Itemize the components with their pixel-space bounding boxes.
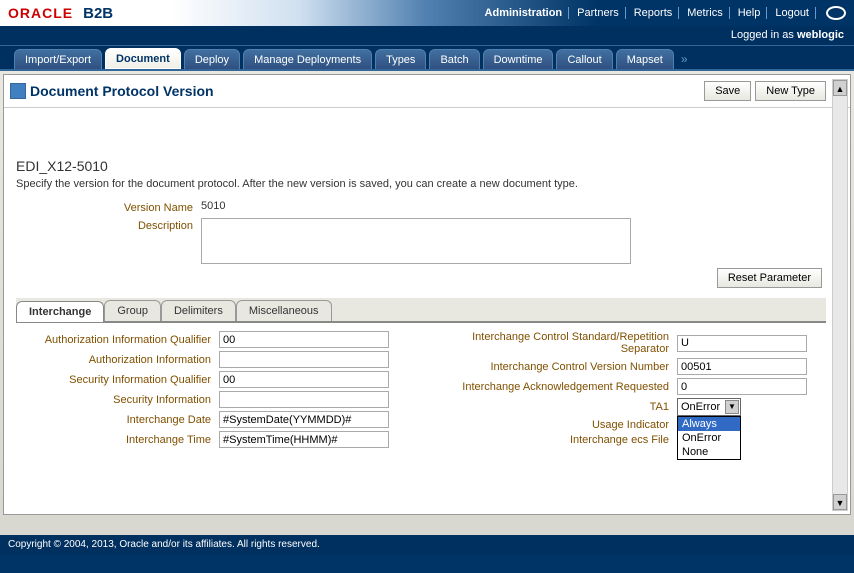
inter-date-input[interactable]: [219, 411, 389, 428]
vertical-scrollbar[interactable]: ▲ ▼: [832, 79, 848, 511]
sec-info-label: Security Information: [16, 394, 219, 406]
main-area: ▸ Document Protocol Version Save New Typ…: [0, 71, 854, 535]
ta1-option-always[interactable]: Always: [678, 417, 740, 431]
subtab-delimiters[interactable]: Delimiters: [161, 300, 236, 321]
chevron-down-icon: ▼: [725, 400, 739, 414]
interchange-fields: Authorization Information Qualifier Auth…: [16, 331, 826, 451]
nav-reports[interactable]: Reports: [628, 7, 680, 19]
ta1-label: TA1: [421, 401, 677, 413]
page-title: Document Protocol Version: [30, 83, 214, 99]
auth-info-input[interactable]: [219, 351, 389, 368]
nav-logout[interactable]: Logout: [769, 7, 816, 19]
reset-parameter-button[interactable]: Reset Parameter: [717, 268, 822, 288]
inter-time-label: Interchange Time: [16, 434, 219, 446]
tab-mapset[interactable]: Mapset: [616, 49, 674, 69]
global-header: ORACLE B2B Administration Partners Repor…: [0, 0, 854, 26]
new-type-button[interactable]: New Type: [755, 81, 826, 101]
ctrl-std-input[interactable]: [677, 335, 807, 352]
main-tabstrip: Import/Export Document Deploy Manage Dep…: [0, 46, 854, 71]
description-label: Description: [16, 218, 201, 232]
body-area: EDI_X12-5010 Specify the version for the…: [4, 108, 850, 459]
subtab-miscellaneous[interactable]: Miscellaneous: [236, 300, 332, 321]
tab-import-export[interactable]: Import/Export: [14, 49, 102, 69]
ctrl-std-label: Interchange Control Standard/Repetition …: [421, 331, 677, 355]
content-panel: Document Protocol Version Save New Type …: [3, 74, 851, 515]
login-user: weblogic: [797, 29, 844, 41]
nav-administration[interactable]: Administration: [479, 7, 570, 19]
inter-time-input[interactable]: [219, 431, 389, 448]
login-status-bar: Logged in as weblogic: [0, 26, 854, 46]
ta1-dropdown-list: Always OnError None: [677, 416, 741, 460]
tab-downtime[interactable]: Downtime: [483, 49, 554, 69]
tab-deploy[interactable]: Deploy: [184, 49, 240, 69]
nav-help[interactable]: Help: [732, 7, 768, 19]
section-description: Specify the version for the document pro…: [16, 178, 826, 190]
auth-info-qual-input[interactable]: [219, 331, 389, 348]
ta1-dropdown[interactable]: OnError ▼: [677, 398, 741, 416]
save-button[interactable]: Save: [704, 81, 751, 101]
description-input[interactable]: [201, 218, 631, 264]
tab-overflow-icon[interactable]: »: [677, 52, 692, 69]
nav-partners[interactable]: Partners: [571, 7, 626, 19]
ecs-label: Interchange ecs File: [421, 434, 677, 446]
oracle-oval-icon: [826, 6, 846, 20]
panel-title-bar: Document Protocol Version Save New Type: [4, 75, 850, 108]
scroll-down-icon[interactable]: ▼: [833, 494, 847, 510]
ack-req-label: Interchange Acknowledgement Requested: [421, 381, 677, 393]
logo-product: B2B: [83, 5, 113, 22]
tab-manage-deployments[interactable]: Manage Deployments: [243, 49, 372, 69]
logo: ORACLE B2B: [8, 5, 113, 22]
sec-info-input[interactable]: [219, 391, 389, 408]
inter-date-label: Interchange Date: [16, 414, 219, 426]
usage-label: Usage Indicator: [421, 419, 677, 431]
auth-info-qual-label: Authorization Information Qualifier: [16, 334, 219, 346]
ack-req-input[interactable]: [677, 378, 807, 395]
tab-document[interactable]: Document: [105, 48, 181, 69]
ta1-option-none[interactable]: None: [678, 445, 740, 459]
auth-info-label: Authorization Information: [16, 354, 219, 366]
tab-types[interactable]: Types: [375, 49, 426, 69]
sec-info-qual-label: Security Information Qualifier: [16, 374, 219, 386]
ctrl-ver-input[interactable]: [677, 358, 807, 375]
login-prefix: Logged in as: [731, 29, 797, 41]
version-name-value: 5010: [201, 200, 225, 212]
nav-metrics[interactable]: Metrics: [681, 7, 729, 19]
sec-info-qual-input[interactable]: [219, 371, 389, 388]
subtab-interchange[interactable]: Interchange: [16, 301, 104, 322]
ta1-selected: OnError: [681, 401, 720, 413]
header-links: Administration Partners Reports Metrics …: [479, 6, 846, 20]
ta1-option-onerror[interactable]: OnError: [678, 431, 740, 445]
footer-copyright: Copyright © 2004, 2013, Oracle and/or it…: [0, 535, 854, 554]
scroll-up-icon[interactable]: ▲: [833, 80, 847, 96]
section-heading: EDI_X12-5010: [16, 158, 826, 174]
subtab-group[interactable]: Group: [104, 300, 161, 321]
tab-batch[interactable]: Batch: [429, 49, 479, 69]
logo-brand: ORACLE: [8, 5, 73, 21]
document-version-icon: [10, 83, 26, 99]
ctrl-ver-label: Interchange Control Version Number: [421, 361, 677, 373]
version-name-label: Version Name: [16, 200, 201, 214]
parameter-subtabs: Interchange Group Delimiters Miscellaneo…: [16, 298, 826, 323]
tab-callout[interactable]: Callout: [556, 49, 612, 69]
